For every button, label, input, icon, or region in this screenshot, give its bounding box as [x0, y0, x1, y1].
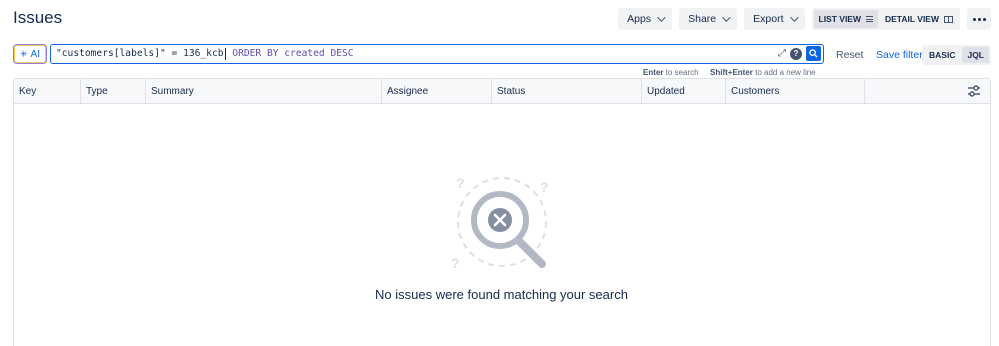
export-button[interactable]: Export — [744, 8, 805, 30]
enter-hint: Enter to search — [643, 68, 699, 77]
jql-icons: ⤢ ? — [778, 46, 821, 61]
more-icon-dot — [977, 17, 981, 21]
empty-state-message: No issues were found matching your searc… — [375, 287, 628, 302]
jql-query: "customers[labels]" = 136_kcb ORDER BY c… — [56, 48, 354, 60]
column-settings-icon[interactable] — [967, 85, 981, 97]
chevron-down-icon — [657, 13, 666, 22]
ai-label: AI — [30, 48, 40, 60]
jql-order-clause: ORDER BY created DESC — [226, 48, 354, 59]
no-results-magnifier-icon: ? ? ? — [451, 175, 549, 271]
list-view-label: LIST VIEW — [818, 14, 862, 24]
chevron-down-icon — [722, 13, 731, 22]
enter-key: Enter — [643, 68, 664, 77]
ai-button[interactable]: ✳ AI — [13, 44, 47, 64]
shift-enter-key: Shift+Enter — [710, 68, 753, 77]
more-actions-button[interactable] — [967, 8, 991, 30]
detail-icon — [944, 15, 953, 23]
sparkle-icon: ✳ — [20, 48, 28, 59]
detail-view-label: DETAIL VIEW — [885, 14, 939, 24]
top-actions: Apps Share Export LIST VIEW DETAIL VIEW — [618, 8, 991, 30]
search-icon — [809, 49, 818, 58]
table-header: Key Type Summary Assignee Status Updated… — [14, 79, 990, 104]
expand-icon[interactable]: ⤢ — [778, 48, 786, 59]
apps-button[interactable]: Apps — [618, 8, 673, 30]
save-filter-button[interactable]: Save filter — [876, 49, 923, 61]
search-button[interactable] — [806, 46, 821, 61]
column-header-type[interactable]: Type — [81, 79, 146, 104]
more-icon — [972, 17, 976, 21]
jql-condition: "customers[labels]" = 136_kcb — [56, 48, 224, 59]
basic-mode-button[interactable]: BASIC — [924, 47, 960, 63]
column-header-assignee[interactable]: Assignee — [382, 79, 492, 104]
share-button[interactable]: Share — [679, 8, 738, 30]
column-header-customers[interactable]: Customers — [726, 79, 865, 104]
column-header-status[interactable]: Status — [492, 79, 642, 104]
list-icon — [866, 16, 873, 22]
page-title: Issues — [13, 8, 63, 27]
column-header-updated[interactable]: Updated — [642, 79, 726, 104]
shift-enter-hint-text: to add a new line — [752, 68, 816, 77]
apps-label: Apps — [627, 13, 652, 25]
view-toggle: LIST VIEW DETAIL VIEW — [811, 8, 960, 30]
more-icon-dot — [982, 17, 986, 21]
text-caret — [224, 48, 226, 60]
search-mode-toggle: BASIC JQL — [922, 45, 991, 65]
jql-mode-button[interactable]: JQL — [962, 47, 989, 63]
chevron-down-icon — [789, 13, 799, 22]
svg-text:?: ? — [451, 255, 460, 271]
jql-input[interactable]: "customers[labels]" = 136_kcb ORDER BY c… — [50, 44, 824, 64]
help-icon[interactable]: ? — [790, 47, 802, 60]
shift-enter-hint: Shift+Enter to add a new line — [710, 68, 816, 77]
column-header-key[interactable]: Key — [14, 79, 81, 104]
detail-view-button[interactable]: DETAIL VIEW — [880, 10, 958, 28]
enter-hint-text: to search — [663, 68, 699, 77]
export-label: Export — [753, 13, 784, 25]
reset-button[interactable]: Reset — [836, 49, 863, 61]
share-label: Share — [688, 13, 717, 25]
svg-text:?: ? — [456, 175, 465, 191]
column-header-summary[interactable]: Summary — [146, 79, 382, 104]
svg-text:?: ? — [540, 179, 549, 195]
list-view-button[interactable]: LIST VIEW — [813, 10, 878, 28]
